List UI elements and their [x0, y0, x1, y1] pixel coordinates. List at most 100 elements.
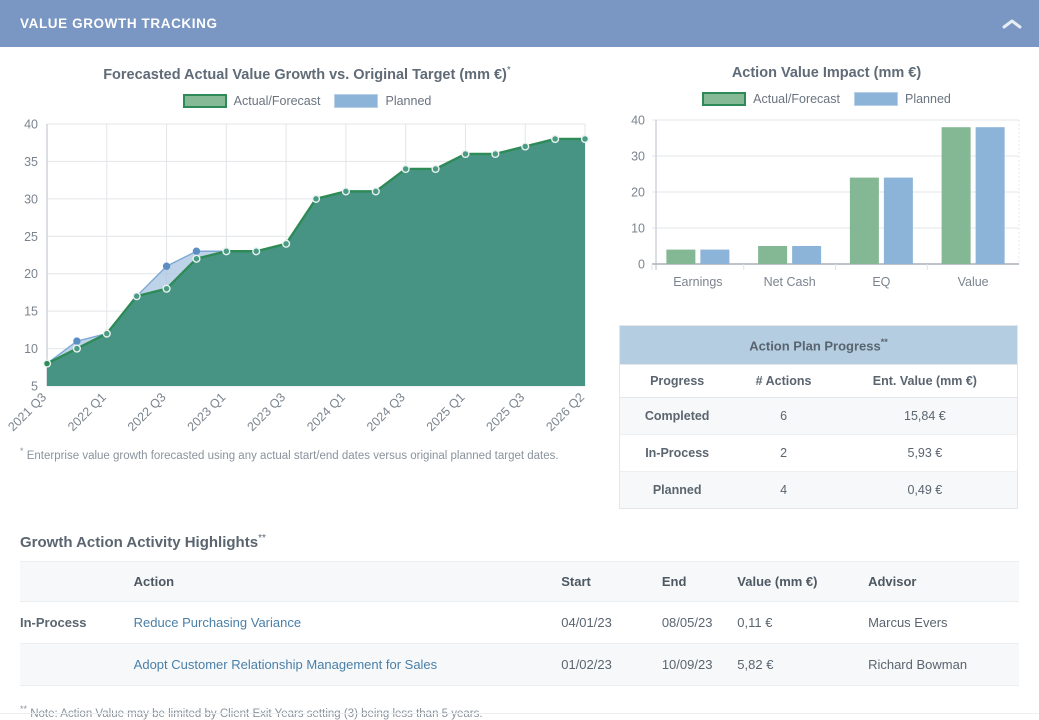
- growth-title-text: Growth Action Activity Highlights: [20, 534, 259, 552]
- svg-text:10: 10: [631, 222, 645, 236]
- cell-value: 0,11 €: [737, 601, 869, 645]
- svg-text:2021 Q3: 2021 Q3: [5, 390, 49, 434]
- svg-text:Earnings: Earnings: [673, 275, 722, 289]
- cell-start: 04/01/23: [561, 601, 662, 645]
- svg-text:2022 Q1: 2022 Q1: [65, 390, 109, 434]
- legend-swatch-planned: [334, 93, 379, 108]
- svg-text:0: 0: [638, 258, 645, 272]
- table-row[interactable]: Planned 4 0,49 €: [619, 471, 1018, 509]
- svg-text:2025 Q1: 2025 Q1: [424, 390, 468, 434]
- legend-swatch-planned-bar: [853, 92, 898, 106]
- svg-text:15: 15: [24, 304, 38, 318]
- svg-text:10: 10: [24, 342, 38, 356]
- svg-text:2022 Q3: 2022 Q3: [125, 390, 169, 434]
- cell-start: 01/02/23: [561, 643, 662, 687]
- cell-progress: In-Process: [619, 434, 735, 473]
- left-chart-title-text: Forecasted Actual Value Growth vs. Origi…: [103, 66, 507, 83]
- svg-text:35: 35: [24, 155, 38, 169]
- svg-text:30: 30: [631, 150, 645, 164]
- panel-body: Forecasted Actual Value Growth vs. Origi…: [0, 47, 1039, 720]
- svg-text:20: 20: [631, 186, 645, 200]
- cell-action: Adopt Customer Relationship Management f…: [133, 643, 562, 687]
- legend-item-actual-forecast-bar[interactable]: Actual/Forecast: [702, 92, 840, 106]
- cell-action: Reduce Purchasing Variance: [133, 601, 562, 645]
- cell-ent-value: 15,84 €: [832, 397, 1018, 436]
- action-link[interactable]: Reduce Purchasing Variance: [134, 615, 301, 630]
- growth-highlights-table: Action Start End Value (mm €) Advisor In…: [20, 561, 1019, 687]
- svg-text:Net Cash: Net Cash: [764, 275, 816, 289]
- panel-header: VALUE GROWTH TRACKING: [0, 0, 1039, 47]
- growth-highlights-section: Growth Action Activity Highlights** Acti…: [0, 533, 1039, 687]
- area-chart-svg: 5101520253035402021 Q3 2022 Q1 2022 Q3 2023…: [5, 117, 590, 434]
- cell-actions: 2: [734, 434, 833, 473]
- legend-label-planned: Planned: [385, 93, 432, 108]
- svg-text:2026 Q2: 2026 Q2: [543, 390, 587, 434]
- cell-end: 10/09/23: [661, 643, 738, 687]
- svg-text:Value: Value: [958, 275, 989, 289]
- cell-ent-value: 0,49 €: [907, 483, 943, 498]
- legend-label-actual-forecast-bar: Actual/Forecast: [753, 92, 840, 106]
- table-row[interactable]: Adopt Customer Relationship Management f…: [20, 643, 1019, 687]
- table-header-row: Progress # Actions Ent. Value (mm €): [619, 364, 1018, 399]
- left-chart-footnote: * Enterprise value growth forecasted usi…: [0, 446, 614, 462]
- action-plan-progress-caption: Action Plan Progress**: [619, 325, 1018, 365]
- right-chart-title: Action Value Impact (mm €): [731, 65, 922, 81]
- cell-value: 5,82 €: [737, 643, 869, 687]
- action-link[interactable]: Adopt Customer Relationship Management f…: [134, 657, 438, 672]
- col-header-start: Start: [561, 561, 662, 603]
- bar-chart-svg: 0 10 20 30 40 Earnings Net Cash EQ Value: [631, 114, 1020, 289]
- legend-item-planned-bar[interactable]: Planned: [853, 92, 951, 106]
- svg-text:2024 Q1: 2024 Q1: [304, 390, 348, 434]
- left-chart-title-marker: *: [506, 65, 511, 76]
- table-row[interactable]: In-Process Reduce Purchasing Variance 04…: [20, 601, 1019, 645]
- action-value-panel: Action Value Impact (mm €) Actual/Foreca…: [614, 47, 1039, 510]
- chevron-up-icon[interactable]: [999, 11, 1025, 37]
- area-chart-plot[interactable]: 5 10 15 20 25 30 35 40 2021 Q3 2022 Q1 2022 Q3 2023…: [0, 114, 614, 444]
- action-plan-progress-table: Action Plan Progress** Progress # Action…: [619, 325, 1018, 510]
- svg-text:25: 25: [24, 230, 38, 244]
- cell-status: [20, 643, 134, 687]
- col-header-actions: # Actions: [734, 364, 833, 399]
- svg-text:2023 Q1: 2023 Q1: [185, 390, 229, 434]
- col-header-value: Value (mm €): [737, 561, 869, 603]
- growth-highlights-title: Growth Action Activity Highlights**: [20, 533, 1019, 551]
- caption-marker: **: [880, 337, 888, 347]
- bar-chart-plot[interactable]: 0 10 20 30 40 Earnings Net Cash EQ Value: [614, 112, 1039, 312]
- cell-ent-value: 5,93 €: [832, 434, 1018, 473]
- svg-text:2024 Q3: 2024 Q3: [364, 390, 408, 434]
- value-growth-chart-panel: Forecasted Actual Value Growth vs. Origi…: [0, 47, 614, 509]
- note-text: Note: Action Value may be limited by Cli…: [30, 708, 483, 720]
- charts-row: Forecasted Actual Value Growth vs. Origi…: [0, 47, 1039, 510]
- cell-progress: Completed: [619, 397, 735, 436]
- table-row[interactable]: In-Process 2 5,93 €: [619, 434, 1018, 473]
- svg-text:EQ: EQ: [872, 275, 890, 289]
- col-header-end: End: [661, 561, 738, 603]
- svg-text:2025 Q3: 2025 Q3: [484, 390, 528, 434]
- cell-actions: 6: [734, 397, 833, 436]
- cell-progress: Planned: [652, 483, 702, 498]
- growth-title-marker: **: [258, 533, 266, 545]
- cell-advisor: Richard Bowman: [868, 643, 1019, 687]
- col-header-status: [20, 561, 134, 603]
- cell-advisor: Marcus Evers: [868, 601, 1019, 645]
- left-chart-legend: Actual/Forecast Planned: [0, 93, 614, 108]
- footnote-text: Enterprise value growth forecasted using…: [26, 449, 559, 462]
- cell-actions: 4: [780, 483, 788, 498]
- footnote-marker: *: [20, 445, 24, 456]
- table-header-row: Action Start End Value (mm €) Advisor: [20, 561, 1019, 603]
- cell-status: In-Process: [20, 601, 134, 645]
- action-plan-progress-wrap: Action Plan Progress** Progress # Action…: [619, 325, 1019, 510]
- legend-swatch-actual-forecast: [182, 93, 227, 108]
- legend-swatch-actual-forecast-bar: [702, 92, 747, 106]
- table-row[interactable]: Completed 6 15,84 €: [619, 397, 1018, 436]
- page-title: VALUE GROWTH TRACKING: [20, 16, 218, 31]
- col-header-ent-value: Ent. Value (mm €): [832, 364, 1018, 399]
- svg-text:20: 20: [24, 267, 38, 281]
- svg-text:2023 Q3: 2023 Q3: [244, 390, 288, 434]
- legend-item-planned[interactable]: Planned: [334, 93, 432, 108]
- col-header-advisor: Advisor: [868, 561, 1019, 603]
- right-chart-legend: Actual/Forecast Planned: [614, 92, 1039, 106]
- legend-item-actual-forecast[interactable]: Actual/Forecast: [182, 93, 320, 108]
- svg-text:40: 40: [631, 114, 645, 128]
- legend-label-planned-bar: Planned: [904, 92, 951, 106]
